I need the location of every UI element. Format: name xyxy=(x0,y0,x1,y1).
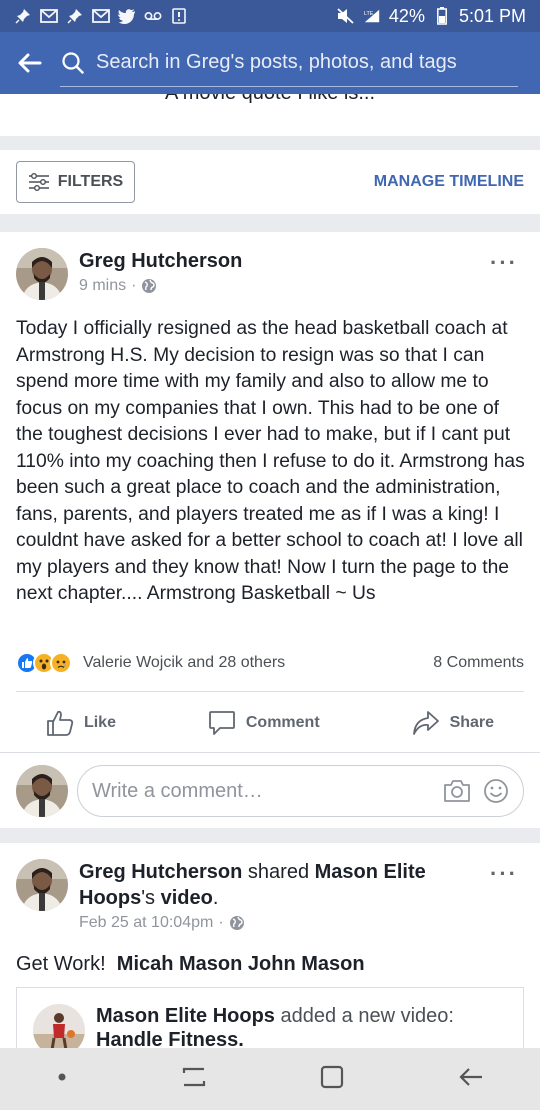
comment-input[interactable]: Write a comment… xyxy=(77,765,524,817)
filters-label: FILTERS xyxy=(57,173,124,190)
facebook-profile-timeline: { "status_bar": { "battery": "42%", "tim… xyxy=(0,0,540,1110)
status-bar: LTE 42% 5:01 PM xyxy=(0,0,540,32)
alert-icon xyxy=(170,8,188,24)
post-body: Today I officially resigned as the head … xyxy=(16,318,525,604)
avatar[interactable] xyxy=(16,859,68,911)
divider xyxy=(16,691,524,692)
notification-icons xyxy=(14,8,188,24)
avatar[interactable] xyxy=(16,765,68,817)
arrow-left-icon xyxy=(18,53,42,73)
globe-icon xyxy=(229,916,244,930)
thumbs-up-icon xyxy=(47,710,74,736)
share-button[interactable]: Share xyxy=(412,710,494,736)
post-timestamp[interactable]: 9 mins xyxy=(79,277,126,295)
movie-quote-prompt[interactable]: A movie quote I like is... xyxy=(0,94,540,105)
search-input[interactable] xyxy=(60,51,518,74)
comment-composer: Write a comment… xyxy=(0,752,540,828)
clock: 5:01 PM xyxy=(458,5,526,26)
post-header: Greg Hutcherson shared Mason Elite Hoops… xyxy=(16,859,469,932)
manage-timeline-link[interactable]: MANAGE TIMELINE xyxy=(374,173,524,191)
profile-intro-section: A movie quote I like is... xyxy=(0,94,540,136)
sad-reaction-icon xyxy=(50,652,72,674)
globe-icon xyxy=(142,279,157,293)
assistant-dot-icon[interactable] xyxy=(56,1070,68,1088)
pin-icon xyxy=(14,8,32,24)
reactions-text: Valerie Wojcik and 28 others xyxy=(83,654,286,671)
more-options-button[interactable]: ··· xyxy=(490,861,518,887)
comment-button[interactable]: Comment xyxy=(208,710,320,736)
comments-count[interactable]: 8 Comments xyxy=(433,654,524,672)
battery-icon xyxy=(433,7,451,25)
post-author-name[interactable]: Greg Hutcherson xyxy=(79,250,242,272)
post-card: Greg Hutcherson 9 mins · ··· Today I off… xyxy=(0,232,540,752)
reactions-summary[interactable]: Valerie Wojcik and 28 others 8 Comments xyxy=(16,652,524,674)
more-options-button[interactable]: ··· xyxy=(490,250,518,276)
sliders-icon xyxy=(28,173,49,191)
post-card: Greg Hutcherson shared Mason Elite Hoops… xyxy=(0,843,540,1067)
tagged-user[interactable]: Micah Mason xyxy=(117,953,243,975)
mute-icon xyxy=(337,8,355,24)
share-arrow-icon xyxy=(412,711,439,735)
system-navigation-bar xyxy=(0,1048,540,1110)
post-headline: Greg Hutcherson shared Mason Elite Hoops… xyxy=(79,861,426,909)
like-label: Like xyxy=(83,714,116,731)
shared-video-link[interactable]: video xyxy=(161,887,213,909)
recent-apps-icon[interactable] xyxy=(181,1065,207,1094)
mail-icon xyxy=(92,8,110,24)
search-icon xyxy=(62,52,84,74)
camera-icon[interactable] xyxy=(443,779,471,803)
svg-text:LTE: LTE xyxy=(364,11,374,17)
pin-icon xyxy=(66,8,84,24)
twitter-icon xyxy=(118,8,136,24)
like-button[interactable]: Like xyxy=(46,710,116,736)
post-header: Greg Hutcherson 9 mins · xyxy=(16,248,469,300)
home-icon[interactable] xyxy=(319,1064,345,1095)
comment-bubble-icon xyxy=(208,711,235,735)
post-actions: Like Comment Share xyxy=(0,700,540,746)
comment-label: Comment xyxy=(245,714,320,731)
tagged-user[interactable]: John Mason xyxy=(248,953,365,975)
avatar[interactable] xyxy=(16,248,68,300)
search-bar[interactable] xyxy=(60,39,518,87)
post-meta: 9 mins · xyxy=(79,277,469,295)
post-meta: Feb 25 at 10:04pm · xyxy=(79,914,469,932)
search-header xyxy=(0,32,540,94)
battery-percent: 42% xyxy=(388,5,425,26)
shared-author-name[interactable]: Mason Elite Hoops xyxy=(96,1005,275,1027)
post-author-name[interactable]: Greg Hutcherson xyxy=(79,861,242,883)
back-nav-icon[interactable] xyxy=(458,1065,484,1094)
voicemail-icon xyxy=(144,8,162,24)
signal-icon: LTE xyxy=(363,8,381,24)
system-status: LTE 42% 5:01 PM xyxy=(337,6,526,27)
back-button[interactable] xyxy=(0,32,60,94)
timeline-controls: FILTERS MANAGE TIMELINE xyxy=(0,150,540,214)
share-label: Share xyxy=(449,714,495,731)
comment-placeholder: Write a comment… xyxy=(92,779,263,802)
emoji-icon[interactable] xyxy=(483,778,509,804)
filters-button[interactable]: FILTERS xyxy=(16,161,135,203)
mail-icon xyxy=(40,8,58,24)
post-timestamp[interactable]: Feb 25 at 10:04pm xyxy=(79,914,213,932)
post-body: Get Work! Micah Mason John Mason xyxy=(16,953,365,975)
